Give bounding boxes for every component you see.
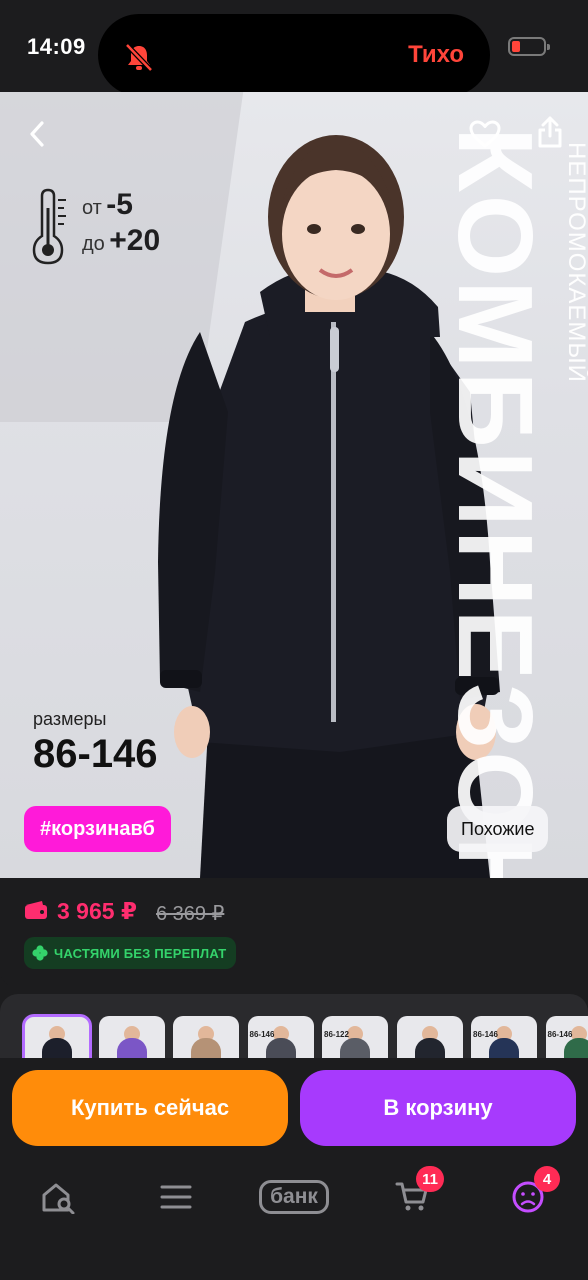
thumbnail-size-label: 86-146 — [473, 1030, 498, 1039]
dynamic-island: Тихо — [98, 14, 490, 96]
product-type-vertical-title: КОМБИНЕЗОН — [436, 127, 554, 878]
similar-button[interactable]: Похожие — [447, 806, 549, 852]
current-price: 3 965 ₽ — [57, 898, 137, 924]
thumbnail-size-label: 86-146 — [249, 1030, 275, 1039]
nav-profile[interactable]: 4 — [498, 1166, 560, 1222]
add-to-cart-button[interactable]: В корзину — [300, 1070, 576, 1146]
temp-from-value: -5 — [106, 188, 133, 221]
back-button[interactable] — [16, 112, 60, 156]
nav-catalog[interactable] — [146, 1172, 206, 1222]
thermometer-icon — [32, 188, 66, 265]
temp-from-label: от — [82, 197, 102, 219]
price-panel: 3 965 ₽ 6 369 ₽ ЧАСТЯМИ БЕЗ ПЕРЕПЛАТ — [0, 878, 588, 988]
bottom-nav: банк 11 4 — [0, 1158, 588, 1280]
temp-to-label: до — [82, 233, 105, 255]
chevron-left-icon — [30, 121, 44, 147]
sizes-value: 86-146 — [33, 732, 158, 776]
installment-text: ЧАСТЯМИ БЕЗ ПЕРЕПЛАТ — [54, 945, 227, 961]
cart-badge: 11 — [416, 1166, 444, 1192]
nav-home[interactable] — [28, 1172, 88, 1222]
clover-icon — [32, 945, 48, 961]
wallet-icon — [25, 901, 47, 919]
battery-low-icon — [508, 37, 550, 56]
bell-slash-icon — [125, 43, 153, 72]
nav-cart[interactable]: 11 — [382, 1166, 444, 1222]
status-bar: 14:09 Тихо — [0, 0, 588, 96]
bank-label: банк — [259, 1180, 329, 1214]
product-screen: 14:09 Тихо от -5 до +20 КОМБИНЕЗОН НЕПРО… — [0, 0, 588, 1280]
home-search-icon — [42, 1183, 75, 1214]
temperature-range: от -5 до +20 — [30, 188, 200, 298]
temp-to-value: +20 — [109, 224, 161, 257]
menu-icon — [160, 1185, 192, 1209]
thumbnail-size-label: 86-122 — [324, 1030, 349, 1039]
sizes-label: размеры — [33, 709, 107, 729]
action-bar: Купить сейчас В корзину — [0, 1058, 588, 1158]
installment-badge[interactable]: ЧАСТЯМИ БЕЗ ПЕРЕПЛАТ — [24, 937, 237, 969]
hashtag-badge[interactable]: #корзинавб — [24, 806, 171, 852]
product-type-vertical-subtitle: НЕПРОМОКАЕМЫЙ — [563, 142, 588, 383]
thumbnail-size-label: 86-146 — [547, 1030, 573, 1039]
silent-mode-label: Тихо — [408, 41, 464, 68]
old-price: 6 369 ₽ — [156, 903, 225, 925]
nav-bank[interactable]: банк — [256, 1172, 332, 1222]
status-time: 14:09 — [27, 34, 86, 59]
buy-now-button[interactable]: Купить сейчас — [12, 1070, 288, 1146]
product-image[interactable]: от -5 до +20 КОМБИНЕЗОН НЕПРОМОКАЕМЫЙ ра… — [0, 92, 588, 878]
profile-badge: 4 — [534, 1166, 560, 1192]
